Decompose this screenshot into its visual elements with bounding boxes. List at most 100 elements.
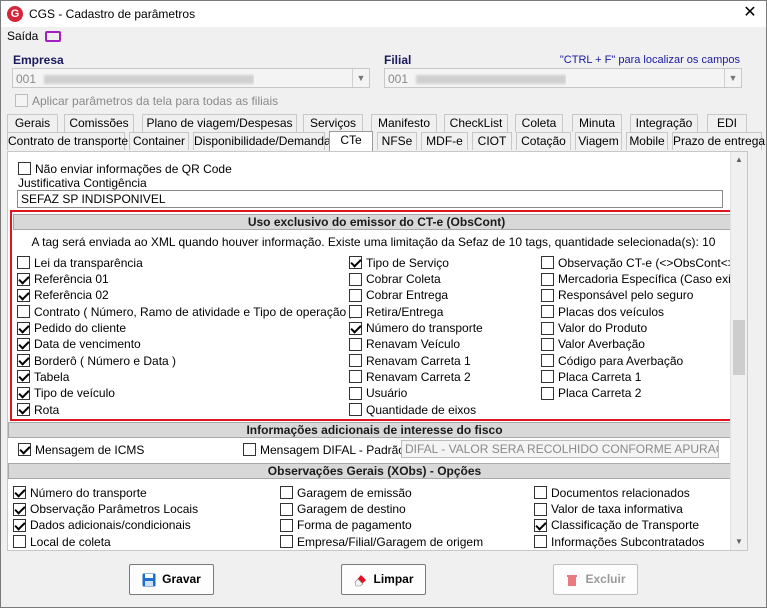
checkbox-item[interactable]: Placa Carreta 1 (541, 369, 641, 384)
checkbox-item[interactable]: Retira/Entrega (349, 304, 443, 319)
checkbox-box[interactable] (349, 321, 362, 335)
checkbox-box[interactable] (13, 486, 26, 500)
scroll-down-icon[interactable]: ▼ (731, 534, 747, 550)
checkbox-box[interactable] (541, 370, 554, 384)
checkbox-box[interactable] (349, 386, 362, 400)
checkbox-item[interactable]: Informações Subcontratados (534, 534, 704, 549)
tab-manifesto[interactable]: Manifesto (371, 114, 437, 132)
checkbox-item[interactable]: Renavam Carreta 2 (349, 369, 471, 384)
checkbox-box[interactable] (541, 272, 554, 286)
delete-button[interactable]: Excluir (553, 564, 638, 595)
checkbox-item[interactable]: Tabela (17, 369, 69, 384)
scroll-up-icon[interactable]: ▲ (731, 152, 747, 168)
filial-select[interactable]: 001 ▼ (384, 68, 742, 88)
checkbox-item[interactable]: Data de vencimento (17, 337, 141, 351)
tab-integracao[interactable]: Integração (630, 114, 698, 132)
checkbox-box[interactable] (17, 272, 30, 286)
checkbox-item[interactable]: Referência 01 (17, 271, 109, 286)
checkbox-item[interactable]: Local de coleta (13, 534, 111, 549)
checkbox-item[interactable]: Observação CT-e (<>ObsCont<>) (541, 255, 739, 270)
checkbox-item[interactable]: Cobrar Coleta (349, 271, 441, 286)
tab-comissoes[interactable]: Comissões (64, 114, 134, 132)
checkbox-item[interactable]: Número do transporte (349, 320, 483, 335)
chevron-down-icon[interactable]: ▼ (724, 69, 741, 87)
tab-gerais[interactable]: Gerais (7, 114, 58, 132)
checkbox-item[interactable]: Valor Averbação (541, 337, 645, 351)
checkbox-item[interactable]: Valor do Produto (541, 320, 647, 335)
checkbox-box[interactable] (541, 305, 554, 319)
checkbox-box[interactable] (17, 305, 30, 319)
clear-button[interactable]: Limpar (341, 564, 426, 595)
checkbox-item[interactable]: Dados adicionais/condicionais (13, 518, 191, 532)
checkbox-item[interactable]: Valor de taxa informativa (534, 501, 683, 516)
checkbox-item[interactable]: Garagem de destino (280, 501, 406, 516)
tab-plano-viagem[interactable]: Plano de viagem/Despesas (142, 114, 297, 132)
empresa-select[interactable]: 001 ▼ (12, 68, 370, 88)
close-icon[interactable]: ✕ (740, 3, 760, 23)
checkbox-box[interactable] (349, 256, 362, 270)
checkbox-item[interactable]: Classificação de Transporte (534, 518, 699, 532)
menu-saida[interactable]: Saída (7, 29, 38, 43)
tab-servicos[interactable]: Serviços (303, 114, 363, 132)
checkbox-box[interactable] (349, 337, 362, 351)
tab-minuta[interactable]: Minuta (572, 114, 622, 132)
tab-checklist[interactable]: CheckList (444, 114, 508, 132)
difal-message-input[interactable]: DIFAL - VALOR SERA RECOLHIDO CONFORME AP… (401, 440, 719, 458)
checkbox-item[interactable]: Forma de pagamento (280, 518, 412, 532)
checkbox-box[interactable] (17, 403, 30, 417)
checkbox-box[interactable] (541, 386, 554, 400)
checkbox-box[interactable] (534, 486, 547, 500)
checkbox-box[interactable] (13, 502, 26, 516)
checkbox-box[interactable] (534, 518, 547, 532)
checkbox-box[interactable] (13, 535, 26, 549)
tab-ciot[interactable]: CIOT (472, 132, 512, 150)
checkbox-item[interactable]: Rota (17, 402, 59, 417)
checkbox-item[interactable]: Renavam Carreta 1 (349, 353, 471, 368)
checkbox-item[interactable]: Mercadoria Específica (Caso exista) (541, 271, 747, 286)
difal-checkbox[interactable]: Mensagem DIFAL - Padrão (243, 442, 405, 457)
checkbox-box[interactable] (17, 288, 30, 302)
checkbox-item[interactable]: Tipo de veículo (17, 385, 115, 400)
checkbox-item[interactable]: Referência 02 (17, 288, 109, 302)
checkbox-item[interactable]: Observação Parâmetros Locais (13, 501, 198, 516)
checkbox-box[interactable] (541, 354, 554, 368)
tab-cte[interactable]: CTe (329, 131, 373, 151)
checkbox-item[interactable]: Quantidade de eixos (349, 402, 476, 417)
checkbox-item[interactable]: Placas dos veículos (541, 304, 664, 319)
checkbox-item[interactable]: Pedido do cliente (17, 320, 126, 335)
scrollbar-thumb[interactable] (733, 320, 745, 375)
checkbox-box[interactable] (17, 370, 30, 384)
checkbox-box[interactable] (349, 272, 362, 286)
checkbox-box[interactable] (280, 502, 293, 516)
tab-cotacao[interactable]: Cotação (516, 132, 571, 150)
vertical-scrollbar[interactable]: ▲ ▼ (730, 152, 747, 550)
checkbox-box[interactable] (349, 403, 362, 417)
checkbox-box[interactable] (17, 321, 30, 335)
checkbox-item[interactable]: Contrato ( Número, Ramo de atividade e T… (17, 304, 354, 319)
checkbox-box[interactable] (349, 354, 362, 368)
qr-checkbox[interactable]: Não enviar informações de QR Code (18, 161, 232, 176)
tab-prazo-entrega[interactable]: Prazo de entrega (672, 132, 765, 150)
checkbox-box[interactable] (280, 486, 293, 500)
monitor-icon[interactable] (45, 31, 61, 42)
tab-edi[interactable]: EDI (707, 114, 747, 132)
justificativa-input[interactable]: SEFAZ SP INDISPONIVEL (17, 190, 723, 208)
checkbox-box[interactable] (280, 535, 293, 549)
tab-viagem[interactable]: Viagem (575, 132, 622, 150)
tab-nfse[interactable]: NFSe (377, 132, 417, 150)
checkbox-item[interactable]: Lei da transparência (17, 255, 143, 270)
checkbox-item[interactable]: Borderô ( Número e Data ) (17, 353, 176, 368)
checkbox-box[interactable] (541, 337, 554, 351)
checkbox-box[interactable] (349, 305, 362, 319)
tab-mobile[interactable]: Mobile (626, 132, 668, 150)
tab-coleta[interactable]: Coleta (515, 114, 563, 132)
save-button[interactable]: Gravar (129, 564, 214, 595)
checkbox-item[interactable]: Responsável pelo seguro (541, 288, 693, 302)
checkbox-box[interactable] (349, 288, 362, 302)
tab-container[interactable]: Container (129, 132, 189, 150)
chevron-down-icon[interactable]: ▼ (352, 69, 369, 87)
checkbox-item[interactable]: Número do transporte (13, 485, 147, 500)
checkbox-box[interactable] (17, 337, 30, 351)
checkbox-box[interactable] (280, 518, 293, 532)
checkbox-box[interactable] (13, 518, 26, 532)
